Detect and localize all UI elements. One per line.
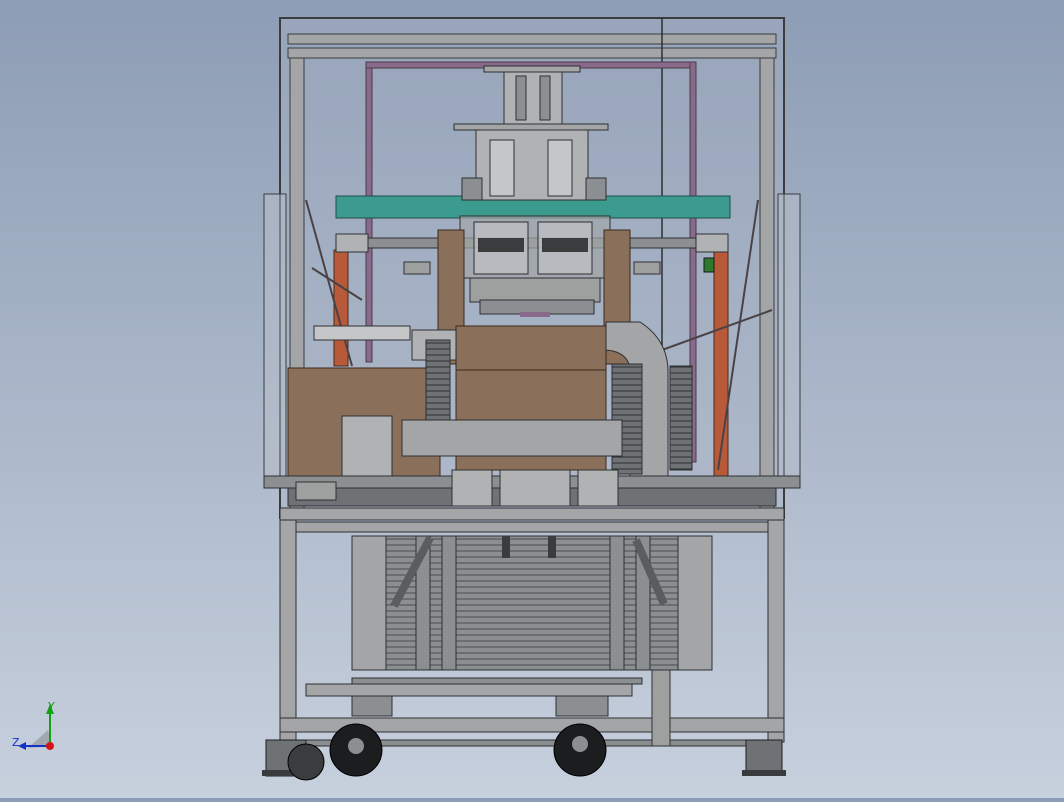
axis-triad: Y Z: [12, 700, 55, 750]
z-axis-label: Z: [12, 736, 20, 749]
y-axis-label: Y: [47, 700, 55, 713]
cad-viewport[interactable]: Y Z: [0, 0, 1064, 798]
gripper-head: [459, 215, 611, 317]
origin-dot: [46, 742, 54, 750]
magazine: [351, 535, 713, 671]
machine-drawing: Y Z: [12, 17, 801, 781]
